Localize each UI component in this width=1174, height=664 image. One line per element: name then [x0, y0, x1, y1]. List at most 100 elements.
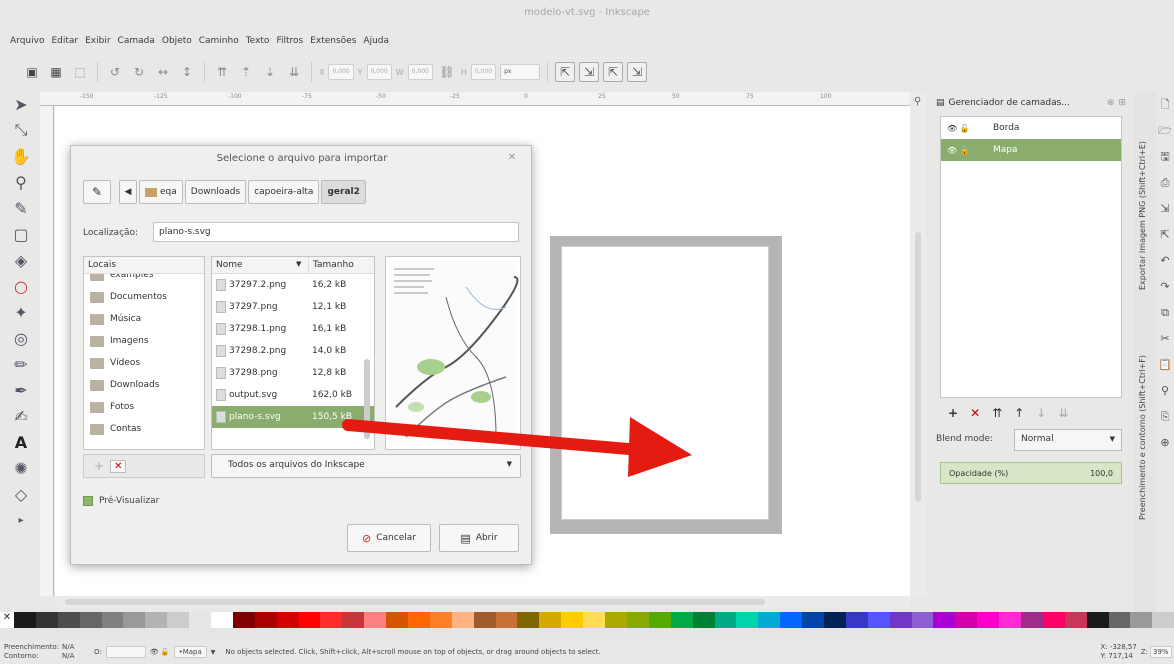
color-swatch[interactable]	[626, 612, 649, 628]
lower-to-bottom-icon[interactable]: ⇊	[284, 62, 304, 82]
zoom-input[interactable]: 39%	[1150, 646, 1172, 658]
color-swatch[interactable]	[495, 612, 518, 628]
color-swatch[interactable]	[583, 612, 606, 628]
color-swatch[interactable]	[408, 612, 430, 628]
color-swatch[interactable]	[101, 612, 124, 628]
y-input[interactable]: 0,000	[366, 64, 392, 80]
horizontal-scroll-thumb[interactable]	[65, 599, 765, 605]
opacity-input[interactable]	[105, 646, 146, 658]
horizontal-scrollbar[interactable]	[55, 596, 910, 608]
color-swatch[interactable]	[232, 612, 255, 628]
place-musica[interactable]: Música	[84, 308, 204, 330]
menu-extensoes[interactable]: Extensões	[310, 36, 356, 46]
lock-icon[interactable]: ⛓	[437, 62, 457, 82]
color-swatch[interactable]	[977, 612, 1000, 628]
color-swatch[interactable]	[517, 612, 540, 628]
calligraphy-tool-icon[interactable]: ✍	[8, 404, 34, 428]
color-swatch[interactable]	[298, 612, 321, 628]
column-name[interactable]: Nome	[212, 257, 292, 273]
add-layer-icon[interactable]: +	[948, 406, 958, 420]
current-layer-select[interactable]: •Mapa	[173, 646, 207, 658]
dropdown-arrow-icon[interactable]: ▼	[211, 649, 216, 656]
layer-row-mapa[interactable]: 👁 🔓 Mapa	[941, 139, 1121, 161]
remove-place-icon[interactable]: ✕	[110, 459, 127, 473]
color-swatch[interactable]	[211, 612, 233, 628]
no-paint-swatch[interactable]: ✕	[0, 612, 14, 628]
color-swatch[interactable]	[933, 612, 956, 628]
w-input[interactable]: 0,000	[407, 64, 433, 80]
delete-layer-icon[interactable]: ✕	[970, 406, 980, 420]
pencil-tool-icon[interactable]: ✏	[8, 352, 34, 376]
color-swatch[interactable]	[167, 612, 190, 628]
breadcrumb-downloads[interactable]: Downloads	[184, 180, 247, 204]
visibility-lock-icon[interactable]: 👁 🔓	[941, 124, 971, 133]
color-swatch[interactable]	[802, 612, 824, 628]
duplicate-icon[interactable]: ⎘	[1156, 404, 1174, 430]
zoom-icon[interactable]: ⚲	[1156, 378, 1174, 404]
color-swatch[interactable]	[823, 612, 846, 628]
file-row[interactable]: 37298.2.png 14,0 kB	[212, 340, 374, 362]
zoom-tool-icon[interactable]: ⚲	[8, 170, 34, 194]
place-imagens[interactable]: Imagens	[84, 330, 204, 352]
rotate-cw-icon[interactable]: ↻	[129, 62, 149, 82]
ellipse-tool-icon[interactable]: ○	[8, 274, 34, 298]
menu-filtros[interactable]: Filtros	[276, 36, 303, 46]
file-row[interactable]: 37297.png 12,1 kB	[212, 296, 374, 318]
print-icon[interactable]: ⎙	[1156, 170, 1174, 196]
export-icon[interactable]: ⇱	[1156, 222, 1174, 248]
zoom-canvas-icon[interactable]: ⚲	[914, 96, 921, 107]
color-swatch[interactable]	[736, 612, 759, 628]
menu-texto[interactable]: Texto	[246, 36, 270, 46]
raise-layer-icon[interactable]: ↑	[1014, 406, 1024, 420]
open-button[interactable]: ▤ Abrir	[439, 524, 519, 552]
color-swatch[interactable]	[189, 612, 212, 628]
color-swatch[interactable]	[79, 612, 102, 628]
spray-tool-icon[interactable]: ✺	[8, 456, 34, 480]
color-swatch[interactable]	[955, 612, 978, 628]
color-swatch[interactable]	[911, 612, 934, 628]
color-swatch[interactable]	[276, 612, 299, 628]
palette-scrollbar[interactable]	[0, 628, 1174, 640]
star-tool-icon[interactable]: ✦	[8, 300, 34, 324]
breadcrumb-back-button[interactable]: ◀	[119, 180, 137, 204]
clone-icon[interactable]: ⊕	[1156, 430, 1174, 456]
expand-tools-icon[interactable]: ▸	[8, 508, 34, 532]
select-all-layers-icon[interactable]: ▦	[46, 62, 66, 82]
color-swatch[interactable]	[692, 612, 715, 628]
color-swatch[interactable]	[473, 612, 496, 628]
scale-corners-icon[interactable]: ⇲	[579, 62, 600, 82]
place-downloads[interactable]: Downloads	[84, 374, 204, 396]
tweak-tool-icon[interactable]: ✋	[8, 144, 34, 168]
menu-exibir[interactable]: Exibir	[85, 36, 110, 46]
opacity-value[interactable]: 100,0	[1090, 469, 1113, 478]
color-swatch[interactable]	[254, 612, 277, 628]
color-swatch[interactable]	[605, 612, 627, 628]
cut-icon[interactable]: ✂	[1156, 326, 1174, 352]
menu-objeto[interactable]: Objeto	[162, 36, 192, 46]
color-swatch[interactable]	[867, 612, 890, 628]
location-input[interactable]: plano-s.svg	[153, 222, 519, 242]
color-swatch[interactable]	[1130, 612, 1153, 628]
color-swatch[interactable]	[561, 612, 584, 628]
color-swatch[interactable]	[539, 612, 562, 628]
x-input[interactable]: 0,000	[328, 64, 354, 80]
export-png-tab[interactable]: Exportar Imagem PNG (Shift+Ctrl+E)	[1138, 100, 1147, 290]
color-swatch[interactable]	[889, 612, 912, 628]
fill-stroke-tab[interactable]: Preenchimento e contorno (Shift+Ctrl+F)	[1138, 310, 1147, 520]
raise-layer-top-icon[interactable]: ⇈	[992, 406, 1002, 420]
file-row[interactable]: 37297.2.png 16,2 kB	[212, 274, 374, 296]
breadcrumb-capoeira-alta[interactable]: capoeira-alta	[248, 180, 320, 204]
visibility-lock-icon[interactable]: 👁 🔓	[941, 146, 971, 155]
transform-gradients-icon[interactable]: ⇱	[603, 62, 624, 82]
opacity-control[interactable]: Opacidade (%) 100,0	[940, 462, 1122, 484]
selector-tool-icon[interactable]: ➤	[8, 92, 34, 116]
new-icon[interactable]: 🗋	[1156, 92, 1174, 118]
preview-checkbox[interactable]: Pré-Visualizar	[83, 496, 159, 506]
unit-select[interactable]: px	[500, 64, 541, 80]
color-swatch[interactable]	[451, 612, 474, 628]
menu-camada[interactable]: Camada	[118, 36, 155, 46]
color-swatch[interactable]	[1020, 612, 1043, 628]
color-swatch[interactable]	[123, 612, 146, 628]
menu-editar[interactable]: Editar	[51, 36, 78, 46]
color-swatch[interactable]	[670, 612, 693, 628]
